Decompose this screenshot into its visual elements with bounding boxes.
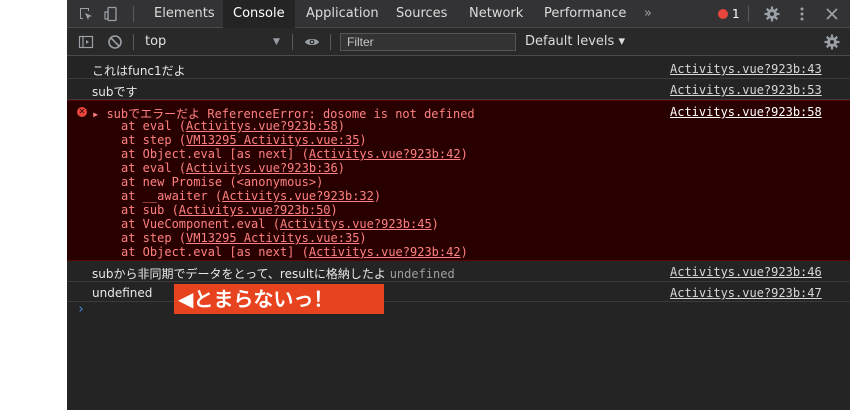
stack-frame-link[interactable]: Activitys.vue?923b:42 bbox=[309, 245, 461, 259]
stack-frame: at eval (Activitys.vue?923b:58) bbox=[121, 119, 345, 133]
stack-frame-text: ) bbox=[460, 147, 468, 161]
tab-performance[interactable]: Performance bbox=[534, 0, 636, 28]
stack-frame-text: ) bbox=[359, 231, 367, 245]
tab-network[interactable]: Network bbox=[459, 0, 533, 28]
source-link[interactable]: Activitys.vue?923b:43 bbox=[670, 62, 822, 76]
stack-frame-text: at eval ( bbox=[121, 161, 187, 175]
log-levels-dropdown[interactable]: Default levels ▾ bbox=[525, 28, 625, 56]
toolbar-separator bbox=[292, 34, 293, 50]
stack-frame-link[interactable]: VM13295 Activitys.vue:35 bbox=[186, 133, 359, 147]
console-message: これはfunc1だよ Activitys.vue?923b:43 bbox=[67, 58, 850, 79]
stack-frame: at Object.eval [as next] (Activitys.vue?… bbox=[121, 147, 468, 161]
stack-frame-text: ) bbox=[337, 161, 345, 175]
filter-input[interactable] bbox=[340, 33, 516, 51]
stack-frame-text: at new Promise (<anonymous>) bbox=[121, 175, 324, 189]
console-settings-gear-icon[interactable] bbox=[824, 34, 840, 50]
stack-frame-text: at sub ( bbox=[121, 203, 179, 217]
tab-elements[interactable]: Elements bbox=[142, 0, 227, 28]
stack-frame-text: at step ( bbox=[121, 231, 187, 245]
message-text-main: subから非同期でデータをとって、resultに格納したよ bbox=[92, 267, 386, 281]
more-tabs-button[interactable]: » bbox=[640, 0, 656, 28]
toolbar-separator bbox=[133, 34, 134, 50]
stack-frame-link[interactable]: VM13295 Activitys.vue:35 bbox=[186, 231, 359, 245]
undefined-value: undefined bbox=[389, 267, 455, 281]
devtools-panel: Elements Console Application Sources Net… bbox=[67, 0, 850, 410]
error-dot-icon bbox=[718, 8, 728, 19]
console-message: subです Activitys.vue?923b:53 bbox=[67, 79, 850, 100]
gear-icon[interactable] bbox=[764, 6, 780, 22]
tab-sources[interactable]: Sources bbox=[386, 0, 457, 28]
console-message: subから非同期でデータをとって、resultに格納したよ undefined … bbox=[67, 261, 850, 282]
stack-frame-link[interactable]: Activitys.vue?923b:45 bbox=[280, 217, 432, 231]
annotation-label: ◀とまらないっ！ bbox=[174, 284, 384, 314]
error-count: 1 bbox=[732, 7, 740, 21]
stack-frame-text: ) bbox=[431, 217, 439, 231]
sidebar-toggle-icon[interactable] bbox=[78, 34, 94, 50]
error-count-badge[interactable]: 1 bbox=[718, 0, 740, 28]
toolbar-separator bbox=[330, 34, 331, 50]
stack-frame-text: ) bbox=[359, 133, 367, 147]
stack-frame: at sub (Activitys.vue?923b:50) bbox=[121, 203, 338, 217]
tab-separator bbox=[748, 6, 749, 22]
error-x-icon: ✕ bbox=[77, 107, 87, 117]
stack-frame-link[interactable]: Activitys.vue?923b:42 bbox=[309, 147, 461, 161]
message-text: subから非同期でデータをとって、resultに格納したよ undefined bbox=[92, 265, 455, 282]
stack-frame-link[interactable]: Activitys.vue?923b:36 bbox=[186, 161, 338, 175]
device-toolbar-icon[interactable] bbox=[103, 6, 119, 22]
stack-frame: at VueComponent.eval (Activitys.vue?923b… bbox=[121, 217, 439, 231]
clear-console-icon[interactable] bbox=[107, 34, 123, 50]
source-link[interactable]: Activitys.vue?923b:46 bbox=[670, 265, 822, 279]
stack-frame-text: ) bbox=[330, 203, 338, 217]
stack-frame-text: at eval ( bbox=[121, 119, 187, 133]
stack-frame-text: ) bbox=[373, 189, 382, 203]
source-link[interactable]: Activitys.vue?923b:58 bbox=[670, 105, 822, 119]
source-link[interactable]: Activitys.vue?923b:47 bbox=[670, 286, 822, 300]
stack-frame: at new Promise (<anonymous>) bbox=[121, 175, 323, 189]
console-prompt[interactable]: › bbox=[77, 302, 85, 317]
stack-frame: at step (VM13295 Activitys.vue:35) bbox=[121, 231, 367, 245]
stack-frame-text: ) bbox=[337, 119, 345, 133]
source-link[interactable]: Activitys.vue?923b:53 bbox=[670, 83, 822, 97]
stack-frame: at step (VM13295 Activitys.vue:35) bbox=[121, 133, 367, 147]
stack-frame: at eval (Activitys.vue?923b:36) bbox=[121, 161, 345, 175]
console-toolbar: top ▼ Default levels ▾ bbox=[67, 28, 850, 56]
tab-console[interactable]: Console bbox=[223, 0, 295, 28]
tab-application[interactable]: Application bbox=[296, 0, 389, 28]
undefined-value: undefined bbox=[92, 286, 153, 300]
stack-frame-text: ) bbox=[460, 245, 468, 259]
eye-icon[interactable] bbox=[304, 34, 320, 50]
stack-frame-link[interactable]: Activitys.vue?923b:58 bbox=[186, 119, 338, 133]
context-selector[interactable]: top bbox=[145, 28, 166, 56]
message-text: subです bbox=[92, 85, 138, 99]
tab-separator bbox=[133, 6, 134, 22]
stack-frame-text: at __awaiter ( bbox=[121, 189, 223, 203]
close-icon[interactable] bbox=[824, 6, 840, 22]
stack-frame: at Object.eval [as next] (Activitys.vue?… bbox=[121, 245, 468, 259]
chevron-down-icon[interactable]: ▼ bbox=[273, 28, 280, 56]
message-text: これはfunc1だよ bbox=[92, 64, 186, 78]
devtools-tab-bar: Elements Console Application Sources Net… bbox=[67, 0, 850, 28]
kebab-menu-icon[interactable] bbox=[794, 6, 810, 22]
stack-frame-link[interactable]: Activitys.vue?923b:32 bbox=[222, 189, 374, 203]
stack-frame-text: at Object.eval [as next] ( bbox=[121, 245, 309, 259]
stack-frame-text: at step ( bbox=[121, 133, 187, 147]
error-message: ✕ ▸ subでエラーだよ ReferenceError: dosome is … bbox=[67, 100, 850, 261]
inspect-element-icon[interactable] bbox=[78, 6, 94, 22]
stack-frame-text: at VueComponent.eval ( bbox=[121, 217, 280, 231]
stack-frame: at __awaiter (Activitys.vue?923b:32) bbox=[121, 189, 381, 203]
stack-frame-link[interactable]: Activitys.vue?923b:50 bbox=[179, 203, 331, 217]
stack-frame-text: at Object.eval [as next] ( bbox=[121, 147, 309, 161]
